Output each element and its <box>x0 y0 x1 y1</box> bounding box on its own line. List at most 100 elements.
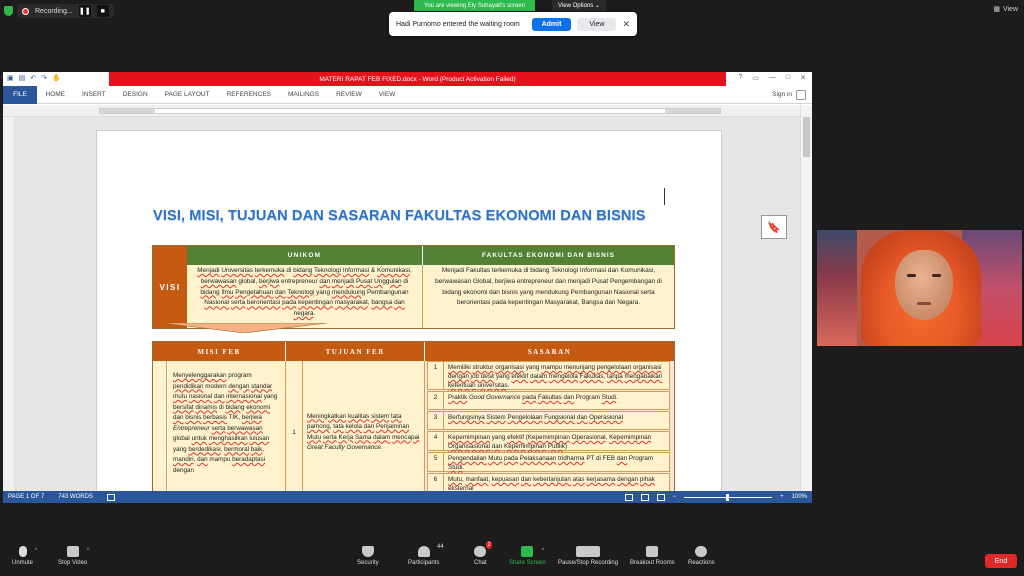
view-waiting-button[interactable]: View <box>577 17 617 31</box>
tab-file[interactable]: FILE <box>3 85 37 104</box>
tab-insert[interactable]: INSERT <box>74 91 115 98</box>
save-icon[interactable]: ▤ <box>19 74 26 82</box>
view-button[interactable]: ▦ View <box>993 5 1018 14</box>
view-options-label: View Options <box>558 2 594 9</box>
word-icon[interactable]: ▣ <box>7 74 14 82</box>
tujuan-header: TUJUAN FEB <box>285 342 424 361</box>
window-controls: ? ▭ — □ ✕ <box>738 74 806 82</box>
sasaran-number: 4 <box>428 432 444 450</box>
end-meeting-button[interactable]: End <box>985 554 1017 568</box>
view-label: View <box>1002 5 1018 13</box>
recording-indicator: Recording... ❚❚ ■ <box>4 3 114 19</box>
waiting-message: Hadi Purnomo entered the waiting room <box>396 20 520 28</box>
ruler-track <box>99 108 721 114</box>
visi-label: VISI <box>153 246 187 328</box>
participants-button[interactable]: 44 Participants <box>408 544 444 566</box>
ribbon-options-icon[interactable]: ▭ <box>752 74 759 82</box>
tab-design[interactable]: DESIGN <box>114 91 156 98</box>
stop-video-label: Stop Video <box>58 560 88 566</box>
tab-mailings[interactable]: MAILINGS <box>280 91 328 98</box>
misi-text: Menyelenggarakan program pendidikan mode… <box>168 361 285 499</box>
unmute-button[interactable]: ^ Unmute <box>12 546 38 566</box>
participant-video[interactable] <box>817 230 1022 346</box>
stop-video-button[interactable]: ^ Stop Video <box>58 546 90 566</box>
status-bar: PAGE 1 OF 7 743 WORDS − + 100% <box>3 491 812 503</box>
word-count[interactable]: 743 WORDS <box>58 494 93 500</box>
unikom-vision-text: Menjadi Universitas terkemuka di bidang … <box>187 265 422 328</box>
close-icon[interactable]: ✕ <box>622 19 630 30</box>
undo-icon[interactable]: ↶ <box>30 74 36 82</box>
redo-icon[interactable]: ↷ <box>41 74 47 82</box>
zoom-level[interactable]: 100% <box>792 494 807 500</box>
zoom-slider[interactable] <box>684 493 773 501</box>
sign-in-link[interactable]: Sign in <box>772 89 806 100</box>
read-mode-icon[interactable] <box>624 493 633 501</box>
ribbon-tabs: FILE HOME INSERT DESIGN PAGE LAYOUT REFE… <box>3 85 812 104</box>
admit-button[interactable]: Admit <box>531 17 572 31</box>
sasaran-number: 5 <box>428 453 444 471</box>
share-screen-button[interactable]: ^ Share Screen <box>509 546 546 566</box>
sasaran-number: 2 <box>428 392 444 409</box>
chat-button[interactable]: 2 Chat <box>474 541 493 566</box>
proofing-icon[interactable] <box>106 493 115 501</box>
scroll-thumb[interactable] <box>803 117 810 157</box>
tab-review[interactable]: REVIEW <box>328 91 371 98</box>
document-page[interactable]: VISI, MISI, TUJUAN DAN SASARAN FAKULTAS … <box>96 130 722 500</box>
sasaran-row: 3 Berfungsinya Sistem Pengelolaan Fungsi… <box>427 411 670 430</box>
chat-icon: 2 <box>474 541 493 557</box>
viewing-banner: You are viewing Ely Suhayati's screen <box>414 0 535 11</box>
shield-icon[interactable] <box>4 6 13 16</box>
pause-recording-icon[interactable]: ❚❚ <box>78 5 91 17</box>
security-label: Security <box>357 560 379 566</box>
tujuan-number: 1 <box>285 361 302 499</box>
feb-header: FAKULTAS EKONOMI DAN BISNIS <box>422 246 674 265</box>
tab-home[interactable]: HOME <box>37 91 74 98</box>
sasaran-number: 3 <box>428 412 444 429</box>
video-background <box>817 230 857 346</box>
touch-mode-icon[interactable]: ✋ <box>52 74 61 82</box>
sasaran-text: Pengendalian Mutu pada Pelaksanaan tridh… <box>448 455 654 471</box>
tujuan-text: Meningkatkan kualitas sistem tata pamong… <box>302 361 424 499</box>
view-controls: − + 100% <box>624 493 807 501</box>
title-bar: ▣ ▤ ↶ ↷ ✋ MATERI RAPAT FEB FIXED.docx - … <box>3 72 812 86</box>
sasaran-text: Berfungsinya Sistem Pengelolaan Fungsion… <box>448 414 624 421</box>
help-icon[interactable]: ? <box>738 74 742 82</box>
maximize-icon[interactable]: □ <box>786 74 790 82</box>
breakout-rooms-button[interactable]: Breakout Rooms <box>630 546 675 566</box>
tab-view[interactable]: VIEW <box>370 91 404 98</box>
down-arrow-shape <box>162 323 327 333</box>
stop-recording-icon[interactable]: ■ <box>96 5 109 17</box>
sasaran-column: 1 Memiliki struktur organisasi yang mamp… <box>424 361 674 499</box>
recording-dot-icon <box>22 7 29 15</box>
pause-recording-button[interactable]: Pause/Stop Recording <box>558 546 618 566</box>
document-canvas[interactable]: VISI, MISI, TUJUAN DAN SASARAN FAKULTAS … <box>15 117 800 500</box>
chat-badge: 2 <box>485 541 493 549</box>
horizontal-ruler[interactable] <box>3 105 812 117</box>
vertical-ruler[interactable] <box>3 117 15 491</box>
mission-table: MISI FEB TUJUAN FEB SASARAN Menyelenggar… <box>152 341 675 499</box>
unmute-label: Unmute <box>12 560 34 566</box>
print-layout-icon[interactable] <box>640 493 649 501</box>
minimize-icon[interactable]: — <box>769 74 776 82</box>
reactions-button[interactable]: Reactions <box>688 546 715 566</box>
zoom-slider-knob[interactable] <box>726 493 730 501</box>
bookmark-icon[interactable]: 🔖 <box>761 215 787 239</box>
zoom-in-icon[interactable]: + <box>780 494 784 500</box>
tab-references[interactable]: REFERENCES <box>218 91 279 98</box>
security-button[interactable]: Security <box>357 546 379 566</box>
web-layout-icon[interactable] <box>656 493 665 501</box>
share-screen-label: Share Screen <box>509 560 546 566</box>
sasaran-text: Memiliki struktur organisasi yang mampu … <box>448 364 663 389</box>
vertical-scrollbar[interactable] <box>800 105 812 491</box>
close-window-icon[interactable]: ✕ <box>800 74 806 82</box>
reactions-icon <box>695 546 708 557</box>
view-options-button[interactable]: View Options ⌄ <box>552 0 606 11</box>
recording-label: Recording... <box>35 7 73 15</box>
page-count[interactable]: PAGE 1 OF 7 <box>8 494 44 500</box>
pause-recording-label: Pause/Stop Recording <box>558 560 619 566</box>
zoom-out-icon[interactable]: − <box>673 494 677 500</box>
document-title: MATERI RAPAT FEB FIXED.docx - Word (Prod… <box>109 72 726 86</box>
tab-page-layout[interactable]: PAGE LAYOUT <box>156 91 218 98</box>
share-screen-icon: ^ <box>521 546 544 557</box>
recording-pill: Recording... ❚❚ ■ <box>17 4 114 18</box>
